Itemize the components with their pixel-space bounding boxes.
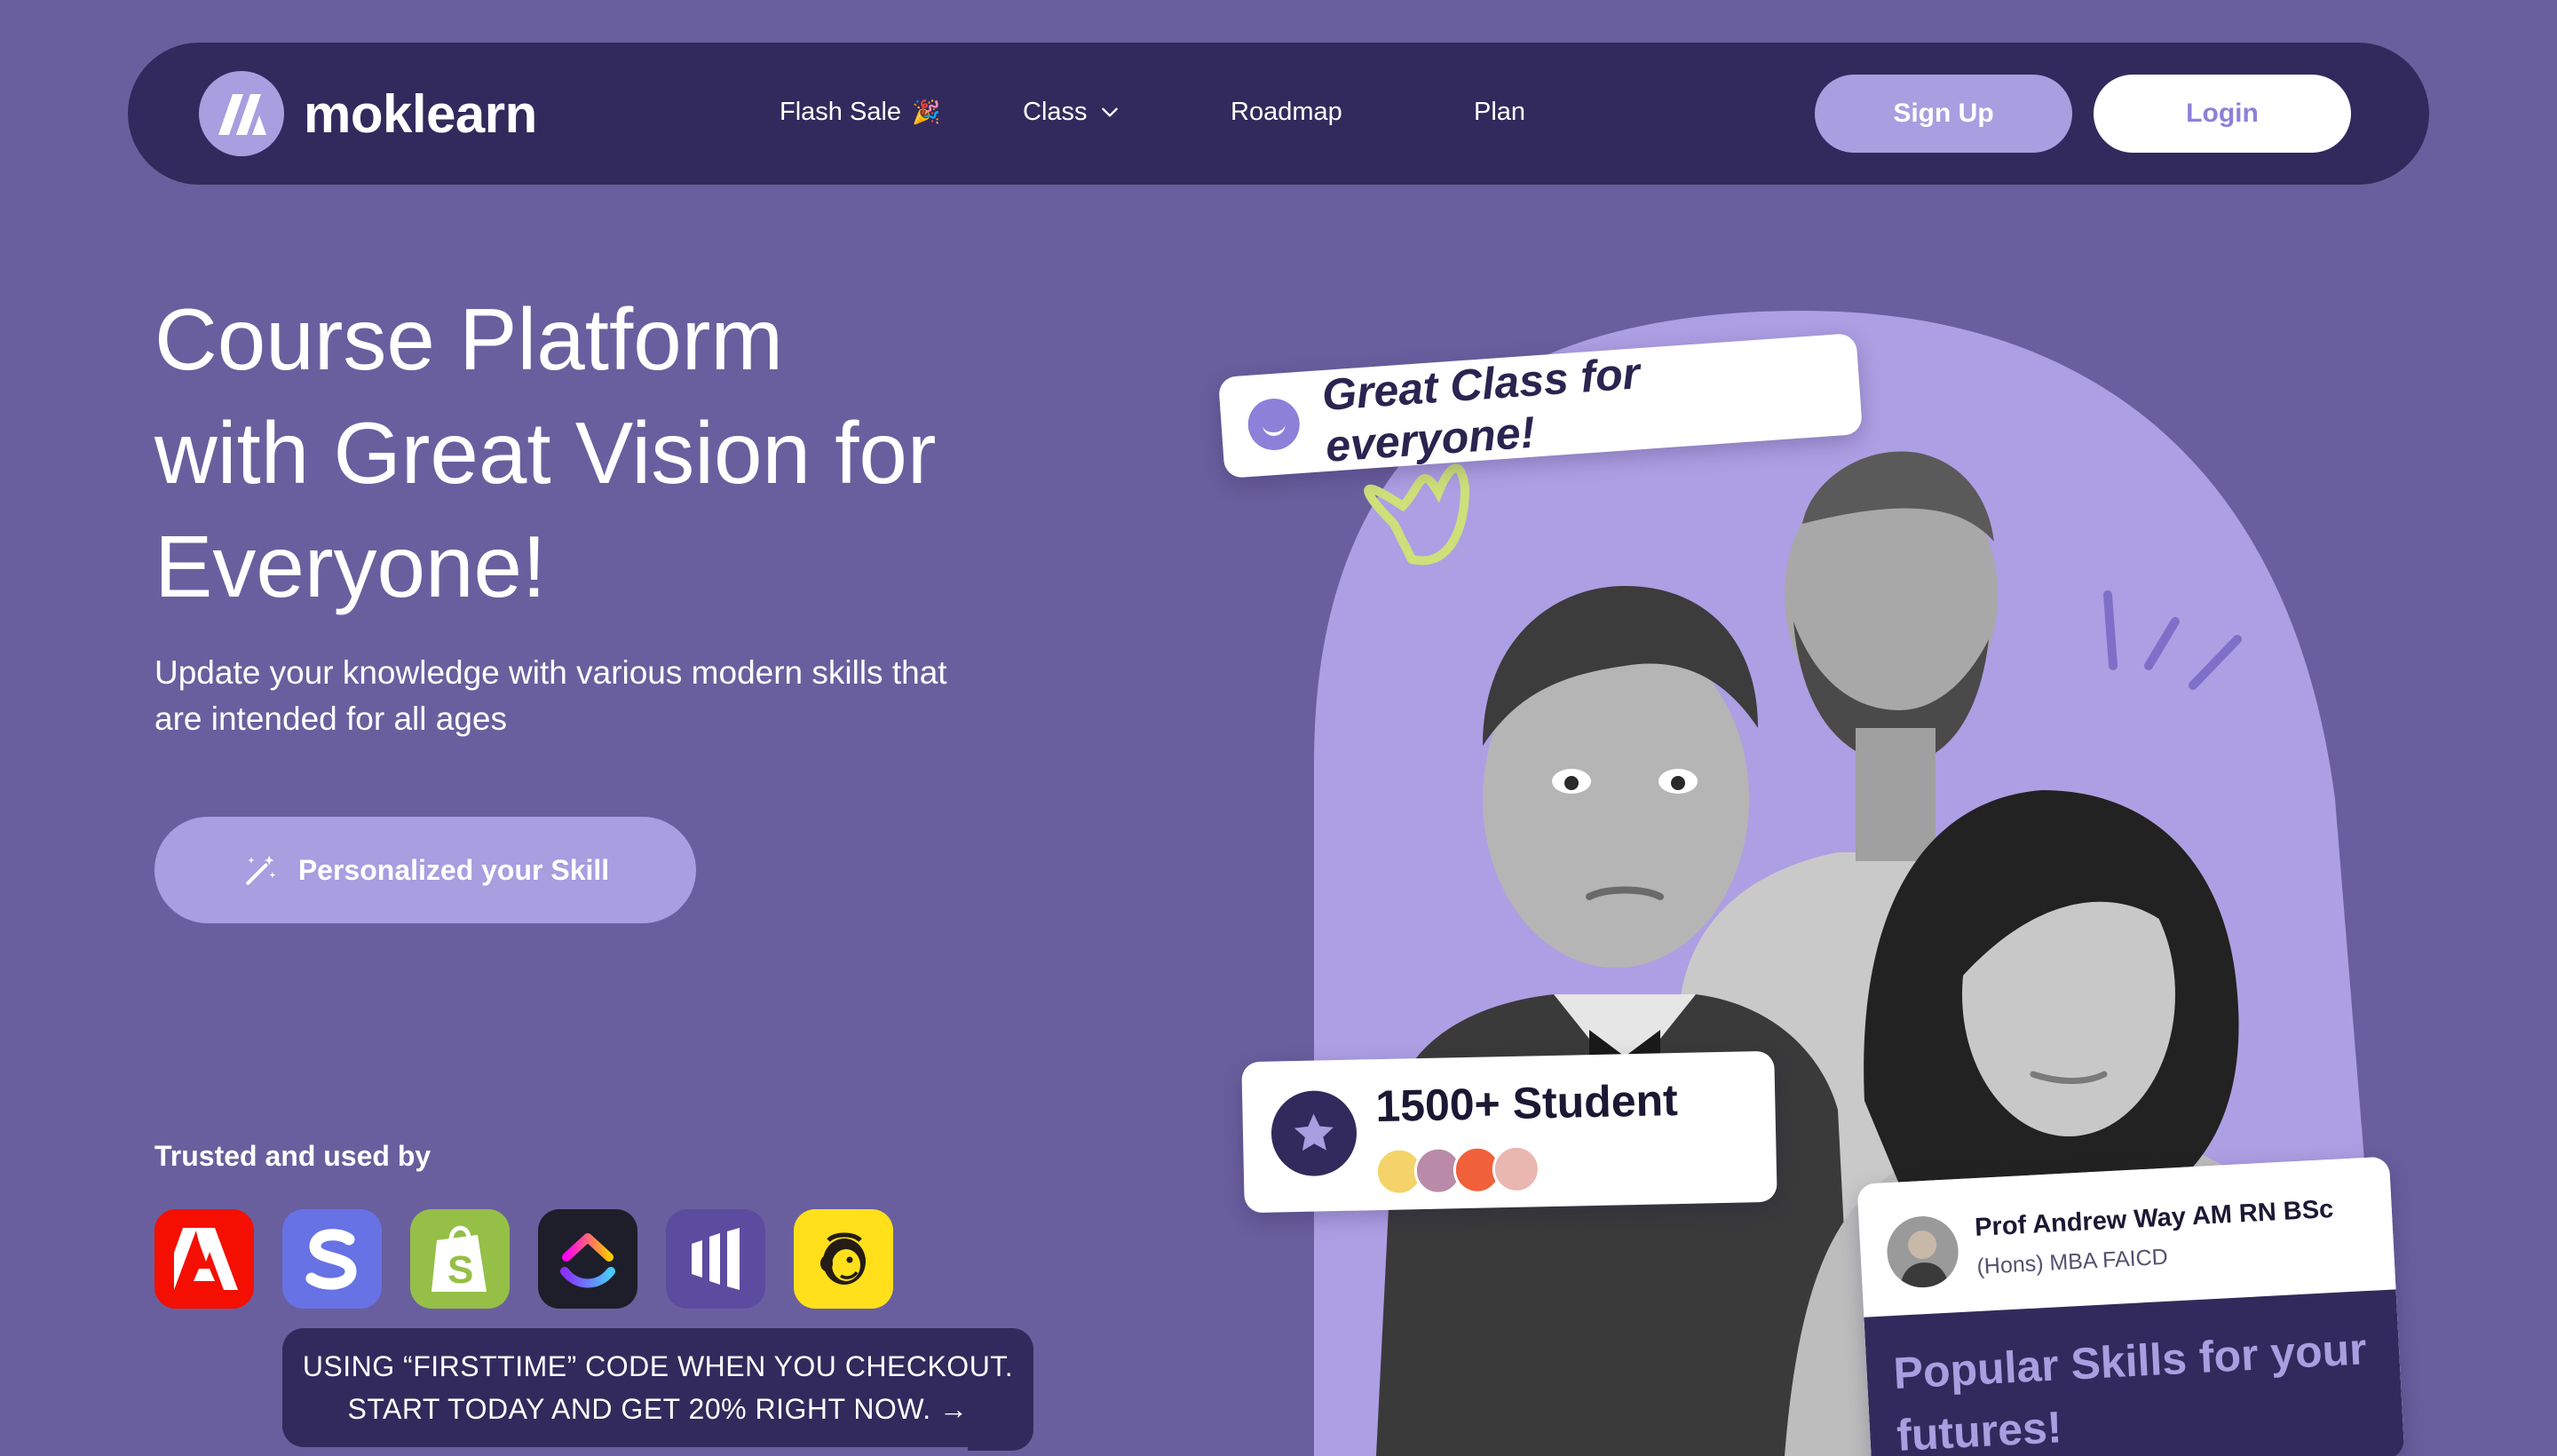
nav-flash-sale-label: Flash Sale <box>780 97 902 126</box>
hero-subtitle-line: are intended for all ages <box>154 700 507 737</box>
top-navbar: moklearn Flash Sale 🎉 Class Roadmap Plan… <box>128 43 2429 185</box>
promo-tail <box>968 1429 1033 1451</box>
nav-class-dropdown[interactable]: Class <box>1023 92 1121 131</box>
adobe-icon <box>154 1209 254 1309</box>
nav-roadmap-label: Roadmap <box>1231 97 1342 126</box>
clickup-icon <box>538 1209 637 1309</box>
brand-logos: S <box>154 1209 893 1309</box>
avatar <box>1885 1215 1960 1290</box>
hero-title: Course Platform with Great Vision for Ev… <box>154 282 1131 623</box>
signup-button[interactable]: Sign Up <box>1815 75 2072 153</box>
login-button[interactable]: Login <box>2094 75 2351 153</box>
personalize-skill-button[interactable]: Personalized your Skill <box>154 817 696 923</box>
mailchimp-icon <box>794 1209 893 1309</box>
logo-text: moklearn <box>304 83 537 144</box>
hero-title-line: with Great Vision for <box>154 404 937 502</box>
instructor-card: Prof Andrew Way AM RN BSc (Hons) MBA FAI… <box>1856 1156 2405 1456</box>
nav-plan-label: Plan <box>1474 97 1526 126</box>
avatar <box>1492 1144 1541 1194</box>
popular-skills-text: Popular Skills for your futures! <box>1892 1318 2378 1456</box>
nav-class-label: Class <box>1023 97 1088 126</box>
nav-plan[interactable]: Plan <box>1474 92 1525 131</box>
hero-subtitle: Update your knowledge with various moder… <box>154 650 1042 742</box>
hero-title-line: Course Platform <box>154 290 784 388</box>
hero-title-line: Everyone! <box>154 518 547 615</box>
student-avatars <box>1374 1144 1541 1197</box>
shopify-icon: S <box>410 1209 510 1309</box>
logo-icon <box>199 71 284 156</box>
hero-subtitle-line: Update your knowledge with various moder… <box>154 654 947 691</box>
student-count: 1500+ Student <box>1374 1075 1679 1132</box>
star-icon <box>1270 1089 1358 1177</box>
nav-flash-sale[interactable]: Flash Sale 🎉 <box>780 92 940 131</box>
chevron-down-icon <box>1101 107 1118 117</box>
nav-roadmap[interactable]: Roadmap <box>1231 92 1342 131</box>
instructor-degree: (Hons) MBA FAICD <box>1975 1244 2169 1279</box>
student-count-card: 1500+ Student <box>1241 1050 1777 1214</box>
promo-line: START TODAY AND GET 20% RIGHT NOW. → <box>347 1393 969 1425</box>
trusted-label: Trusted and used by <box>154 1140 431 1172</box>
party-popper-icon: 🎉 <box>912 98 941 125</box>
instructor-footer: Popular Skills for your futures! <box>1864 1289 2405 1456</box>
logo[interactable]: moklearn <box>199 71 537 156</box>
stripe-icon <box>282 1209 382 1309</box>
svg-text:S: S <box>447 1248 473 1292</box>
instructor-name: Prof Andrew Way AM RN BSc <box>1974 1194 2334 1243</box>
smile-icon <box>1246 397 1302 452</box>
promo-line: USING “FIRSTTIME” CODE WHEN YOU CHECKOUT… <box>302 1350 1014 1382</box>
promo-banner[interactable]: USING “FIRSTTIME” CODE WHEN YOU CHECKOUT… <box>282 1328 1033 1447</box>
cta-label: Personalized your Skill <box>297 853 610 886</box>
magic-wand-icon <box>246 855 276 885</box>
hero-illustration: Great Class for everyone! 1500+ Student <box>1181 302 2442 1456</box>
marketo-icon <box>666 1209 765 1309</box>
